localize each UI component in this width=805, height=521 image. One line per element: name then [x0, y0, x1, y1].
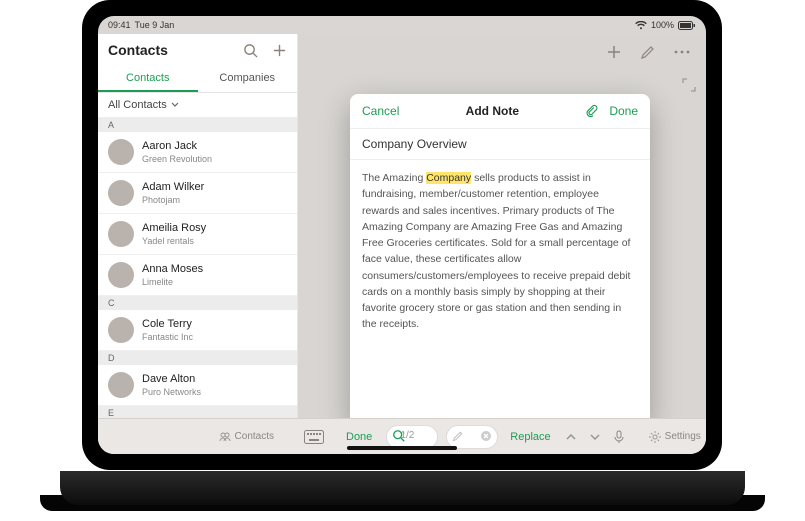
- note-body[interactable]: The Amazing Company sells products to as…: [350, 160, 650, 343]
- pencil-icon[interactable]: [640, 44, 656, 60]
- home-indicator[interactable]: [347, 446, 457, 450]
- contact-company: Fantastic Inc: [142, 332, 193, 342]
- avatar: [108, 139, 134, 165]
- plus-icon[interactable]: [272, 43, 287, 58]
- screen: 09:41 Tue 9 Jan 100% Contac: [98, 16, 706, 454]
- chevron-up-icon: [565, 431, 577, 443]
- contacts-sidebar: Contacts Contacts Companies: [98, 34, 298, 454]
- add-note-modal: Cancel Add Note Done Company Overview Th…: [350, 94, 650, 424]
- tab-contacts[interactable]: Contacts: [98, 66, 198, 92]
- match-count: 1/2: [400, 430, 414, 441]
- expand-icon[interactable]: [682, 78, 696, 92]
- clear-icon[interactable]: [480, 430, 492, 442]
- more-icon[interactable]: [674, 50, 690, 54]
- contact-row[interactable]: Aaron JackGreen Revolution: [98, 132, 297, 173]
- note-subject[interactable]: Company Overview: [350, 129, 650, 160]
- contacts-icon: [219, 432, 231, 442]
- cancel-button[interactable]: Cancel: [362, 104, 399, 118]
- contact-company: Yadel rentals: [142, 236, 206, 246]
- contact-name: Aaron Jack: [142, 140, 212, 153]
- avatar: [108, 262, 134, 288]
- contact-company: Puro Networks: [142, 387, 201, 397]
- note-text-pre: The Amazing: [362, 172, 426, 184]
- contact-company: Photojam: [142, 195, 204, 205]
- contact-row[interactable]: Anna MosesLimelite: [98, 255, 297, 296]
- footer-settings-button[interactable]: Settings: [643, 431, 706, 443]
- modal-title: Add Note: [466, 104, 519, 118]
- replace-field-wrap: [446, 425, 498, 449]
- contact-name: Cole Terry: [142, 318, 193, 331]
- plus-icon[interactable]: [606, 44, 622, 60]
- footer-contacts-button[interactable]: Contacts: [213, 431, 280, 442]
- sidebar-tabs: Contacts Companies: [98, 66, 297, 93]
- footer-settings-label: Settings: [665, 431, 701, 442]
- replace-button[interactable]: Replace: [506, 431, 554, 443]
- avatar: [108, 372, 134, 398]
- contact-row[interactable]: Ameilia RosyYadel rentals: [98, 214, 297, 255]
- search-highlight: Company: [426, 172, 471, 184]
- sidebar-title: Contacts: [108, 42, 168, 58]
- contact-row[interactable]: Cole TerryFantastic Inc: [98, 310, 297, 351]
- wifi-icon: [635, 21, 647, 30]
- done-button[interactable]: Done: [609, 104, 638, 118]
- tab-companies[interactable]: Companies: [198, 66, 298, 92]
- status-bar: 09:41 Tue 9 Jan 100%: [98, 16, 706, 34]
- avatar: [108, 317, 134, 343]
- pencil-icon: [452, 430, 464, 442]
- chevron-down-icon: [171, 101, 179, 109]
- ipad-frame: 09:41 Tue 9 Jan 100% Contac: [82, 0, 722, 470]
- section-header: C: [98, 296, 297, 310]
- status-date: Tue 9 Jan: [135, 20, 175, 30]
- chevron-down-icon: [589, 431, 601, 443]
- contact-row[interactable]: Dave AltonPuro Networks: [98, 365, 297, 406]
- filter-dropdown[interactable]: All Contacts: [98, 93, 297, 118]
- contact-name: Dave Alton: [142, 373, 201, 386]
- keyboard-base: [60, 471, 745, 505]
- note-text-post: sells products to assist in fundraising,…: [362, 172, 630, 330]
- contact-name: Anna Moses: [142, 263, 203, 276]
- footer-contacts-label: Contacts: [235, 431, 274, 442]
- avatar: [108, 221, 134, 247]
- contact-list[interactable]: AAaron JackGreen RevolutionAdam WilkerPh…: [98, 118, 297, 454]
- avatar: [108, 180, 134, 206]
- next-match-button[interactable]: [587, 431, 603, 443]
- contact-company: Limelite: [142, 277, 203, 287]
- mic-icon[interactable]: [611, 430, 627, 444]
- find-field-wrap: 1/2: [386, 425, 438, 449]
- section-header: D: [98, 351, 297, 365]
- search-icon[interactable]: [243, 43, 258, 58]
- keyboard-shadow: [40, 495, 765, 511]
- status-time: 09:41: [108, 20, 131, 30]
- status-battery-text: 100%: [651, 20, 674, 30]
- paperclip-icon[interactable]: [585, 104, 599, 118]
- contact-row[interactable]: Adam WilkerPhotojam: [98, 173, 297, 214]
- footer-left: Contacts: [98, 418, 288, 454]
- kb-done-button[interactable]: Done: [340, 431, 378, 443]
- section-header: A: [98, 118, 297, 132]
- contact-name: Ameilia Rosy: [142, 222, 206, 235]
- gear-icon: [649, 431, 661, 443]
- filter-label: All Contacts: [108, 99, 167, 111]
- contact-company: Green Revolution: [142, 154, 212, 164]
- contact-name: Adam Wilker: [142, 181, 204, 194]
- prev-match-button[interactable]: [563, 431, 579, 443]
- keyboard-icon[interactable]: [296, 425, 332, 449]
- battery-icon: [678, 21, 696, 30]
